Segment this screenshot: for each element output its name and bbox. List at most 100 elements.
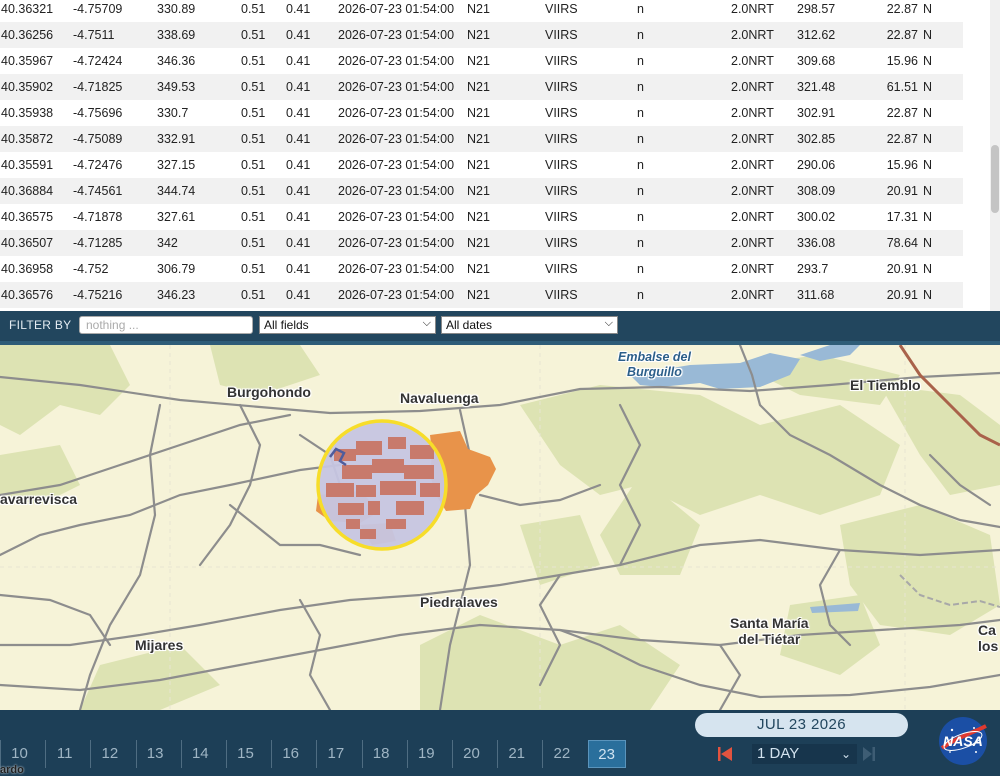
table-cell: 2026-07-23 01:54:00 [338, 288, 455, 302]
table-cell: 22.87 [886, 28, 918, 42]
table-cell: 0.51 [241, 132, 266, 146]
table-cell: 2026-07-23 01:54:00 [338, 210, 455, 224]
timeline-day[interactable]: 18 [361, 740, 400, 768]
skip-forward-icon[interactable] [862, 746, 876, 762]
table-row[interactable]: 40.35902 -4.71825 349.53 0.51 0.41 2026-07-23… [0, 74, 963, 100]
table-cell: 20.91 [886, 262, 918, 276]
table-cell: VIIRS [545, 28, 578, 42]
table-cell: 2.0NRT [731, 210, 774, 224]
dates-select[interactable]: All dates ⌵ [441, 316, 618, 334]
table-cell: 346.36 [157, 54, 196, 68]
table-row[interactable]: 40.36576 -4.75216 346.23 0.51 0.41 2026-07-23… [0, 282, 963, 308]
table-cell: 40.36575 [1, 210, 54, 224]
table-cell: -4.72476 [73, 158, 123, 172]
timeline-day[interactable]: 13 [135, 740, 174, 768]
table-cell: 2.0NRT [731, 236, 774, 250]
fire-data-table-container: 40.36321 -4.75709 330.89 0.51 0.41 2026-07-23… [0, 0, 1000, 311]
table-row[interactable]: 40.36958 -4.752 306.79 0.51 0.41 2026-07-23 0… [0, 256, 963, 282]
table-cell: 327.15 [157, 158, 196, 172]
table-row[interactable]: 40.35591 -4.72476 327.15 0.51 0.41 2026-07-23… [0, 152, 963, 178]
table-cell: VIIRS [545, 158, 578, 172]
table-row[interactable]: 40.36507 -4.71285 342 0.51 0.41 2026-07-23 01… [0, 230, 963, 256]
table-cell: 0.41 [286, 158, 311, 172]
table-cell: 2026-07-23 01:54:00 [338, 2, 455, 16]
place-navarrevisca: avarrevisca [0, 491, 78, 507]
table-cell: 342 [157, 236, 178, 250]
table-cell: n [637, 80, 644, 94]
table-row[interactable]: 40.36256 -4.7511 338.69 0.51 0.41 2026-07-23 … [0, 22, 963, 48]
timeline-day-active[interactable]: 23 [587, 740, 626, 768]
table-cell: 0.41 [286, 28, 311, 42]
table-cell: N21 [467, 2, 490, 16]
table-cell: N [923, 262, 933, 276]
table-cell: -4.71878 [73, 210, 123, 224]
dates-select-value: All dates [446, 318, 493, 332]
table-cell: 2.0NRT [731, 106, 774, 120]
timeline-bar: 10 11 12 13 14 15 16 17 18 19 20 21 22 23 JUL 23 2026… [0, 710, 1000, 776]
fire-data-table: 40.36321 -4.75709 330.89 0.51 0.41 2026-07-23… [0, 0, 963, 308]
timeline-day[interactable]: 15 [226, 740, 264, 768]
timeline-day[interactable]: 16 [271, 740, 309, 768]
place-santa-maria-del-tietar: Santa María del Tiétar [730, 615, 809, 647]
table-cell: 0.51 [241, 288, 266, 302]
table-cell: 0.51 [241, 106, 266, 120]
fields-select[interactable]: All fields ⌵ [259, 316, 436, 334]
table-cell: 338.69 [157, 28, 196, 42]
place-navaluenga: Navaluenga [400, 390, 479, 406]
table-cell: VIIRS [545, 288, 578, 302]
table-cell: 312.62 [797, 28, 836, 42]
table-cell: 346.23 [157, 288, 196, 302]
nasa-logo[interactable]: NASA [938, 716, 988, 766]
current-date-display[interactable]: JUL 23 2026 [695, 713, 908, 737]
table-cell: n [637, 288, 644, 302]
table-cell: n [637, 132, 644, 146]
table-cell: 0.41 [286, 236, 311, 250]
table-cell: -4.71285 [73, 236, 123, 250]
table-cell: N21 [467, 28, 490, 42]
table-cell: N21 [467, 106, 490, 120]
table-cell: 0.41 [286, 288, 311, 302]
timeline-day[interactable]: 14 [180, 740, 219, 768]
table-cell: 0.41 [286, 184, 311, 198]
table-cell: 2026-07-23 01:54:00 [338, 54, 455, 68]
table-row[interactable]: 40.35967 -4.72424 346.36 0.51 0.41 2026-07-23… [0, 48, 963, 74]
table-cell: 20.91 [886, 288, 918, 302]
table-row[interactable]: 40.35872 -4.75089 332.91 0.51 0.41 2026-07-23… [0, 126, 963, 152]
timeline-day[interactable]: 21 [497, 740, 535, 768]
map-view[interactable]: Burgohondo Navaluenga Embalse del Burgui… [0, 343, 1000, 712]
table-cell: N [923, 132, 933, 146]
timeline-day[interactable]: 11 [45, 740, 83, 768]
skip-back-icon[interactable] [717, 746, 733, 762]
table-cell: 40.35967 [1, 54, 54, 68]
timeline-day[interactable]: 20 [452, 740, 490, 768]
table-cell: N21 [467, 158, 490, 172]
table-row[interactable]: 40.36884 -4.74561 344.74 0.51 0.41 2026-07-23… [0, 178, 963, 204]
place-piedralaves: Piedralaves [420, 594, 498, 610]
nasa-logo-text: NASA [943, 733, 983, 749]
table-body: 40.36321 -4.75709 330.89 0.51 0.41 2026-07-23… [0, 0, 963, 308]
table-scrollbar[interactable] [990, 0, 1000, 311]
table-cell: 22.87 [886, 2, 918, 16]
table-cell: 0.41 [286, 132, 311, 146]
table-cell: N [923, 236, 933, 250]
table-row[interactable]: 40.36575 -4.71878 327.61 0.51 0.41 2026-07-23… [0, 204, 963, 230]
table-cell: 0.51 [241, 54, 266, 68]
timeline-day[interactable]: 12 [90, 740, 128, 768]
interval-select[interactable]: 1 DAY ⌄ [752, 744, 857, 764]
table-cell: N21 [467, 184, 490, 198]
table-cell: VIIRS [545, 184, 578, 198]
filter-text-input[interactable] [79, 316, 253, 334]
table-row[interactable]: 40.36321 -4.75709 330.89 0.51 0.41 2026-07-23… [0, 0, 963, 22]
table-cell: -4.75216 [73, 288, 123, 302]
timeline-day[interactable]: 19 [406, 740, 445, 768]
scrollbar-thumb[interactable] [991, 145, 999, 213]
table-cell: 293.7 [797, 262, 829, 276]
table-cell: 327.61 [157, 210, 196, 224]
map-canvas[interactable] [0, 343, 1000, 712]
table-cell: 15.96 [886, 158, 918, 172]
table-cell: VIIRS [545, 80, 578, 94]
timeline-day[interactable]: 17 [316, 740, 354, 768]
timeline-day[interactable]: 22 [542, 740, 580, 768]
table-cell: 311.68 [797, 288, 835, 302]
table-row[interactable]: 40.35938 -4.75696 330.7 0.51 0.41 2026-07-23 … [0, 100, 963, 126]
